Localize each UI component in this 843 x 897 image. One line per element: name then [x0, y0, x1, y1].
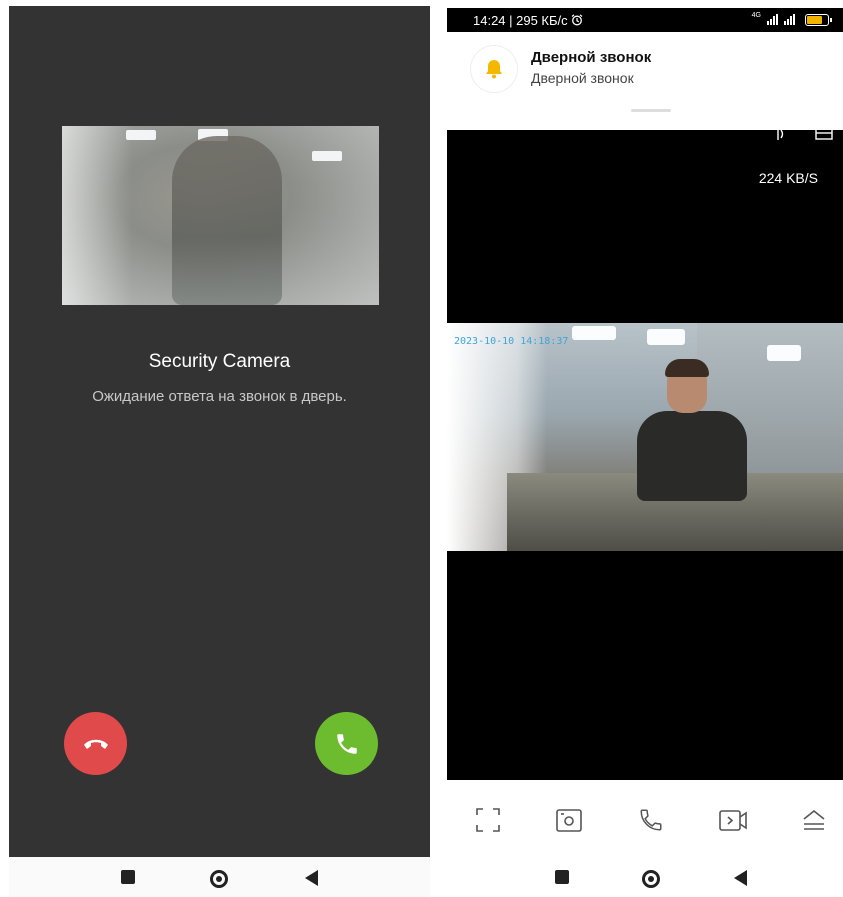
network-type-label: 4G [751, 12, 761, 19]
snapshot-icon[interactable] [555, 807, 583, 833]
system-nav-bar [9, 857, 430, 897]
recents-button[interactable] [121, 870, 135, 884]
stream-speed: 224 KB/S [758, 170, 818, 186]
alarm-icon [571, 14, 583, 26]
status-time: 14:24 | 295 КБ/с [473, 13, 583, 28]
doorbell-stream-screen: 14:24 | 295 КБ/с 4G Дверной звонок Дверн… [447, 8, 843, 897]
fullscreen-icon[interactable] [475, 807, 501, 833]
accept-call-button[interactable] [315, 712, 378, 775]
signal-icon [767, 14, 778, 25]
notification-drag-handle[interactable] [631, 109, 671, 112]
divider [430, 0, 446, 897]
incoming-call-screen: Security Camera Ожидание ответа на звоно… [9, 6, 430, 897]
decline-call-button[interactable] [64, 712, 127, 775]
notification-banner[interactable]: Дверной звонок Дверной звонок [447, 32, 843, 130]
camera-preview [62, 126, 379, 305]
notification-body: Дверной звонок [531, 70, 634, 86]
back-button[interactable] [734, 870, 747, 886]
phone-icon [336, 733, 357, 754]
status-bar: 14:24 | 295 КБ/с 4G [447, 8, 843, 32]
notification-title: Дверной звонок [531, 49, 652, 66]
call-background: Security Camera Ожидание ответа на звоно… [9, 6, 430, 857]
back-button[interactable] [305, 870, 318, 886]
notification-app-icon [471, 46, 517, 92]
battery-icon [805, 14, 832, 26]
hang-up-icon [83, 739, 108, 749]
stream-toolbar [447, 780, 843, 897]
settings-list-icon[interactable] [815, 128, 833, 140]
live-camera-feed[interactable]: 2023-10-10 14:18:37 [447, 323, 843, 551]
more-icon[interactable] [801, 807, 827, 833]
call-status-text: Ожидание ответа на звонок в дверь. [92, 388, 347, 405]
signal-indicators: 4G [752, 12, 795, 25]
system-nav-bar-right [447, 857, 843, 897]
camera-timestamp: 2023-10-10 14:18:37 [454, 336, 569, 347]
bell-icon [486, 60, 502, 79]
recents-button[interactable] [555, 870, 569, 884]
home-button[interactable] [210, 870, 228, 888]
home-button[interactable] [642, 870, 660, 888]
signal-icon-2 [784, 14, 795, 25]
speaker-icon[interactable] [767, 128, 787, 140]
call-icon[interactable] [638, 807, 664, 833]
caller-name: Security Camera [148, 351, 291, 372]
record-icon[interactable] [718, 807, 748, 833]
stream-top-icons [767, 128, 833, 140]
